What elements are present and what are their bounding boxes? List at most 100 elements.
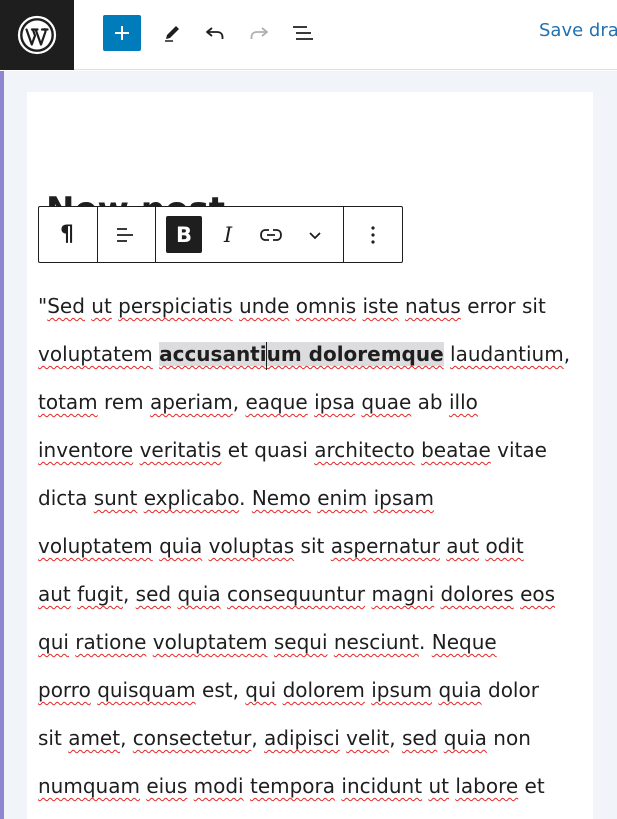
misspelled-word: sequi bbox=[273, 630, 328, 654]
misspelled-word: ipsa bbox=[314, 390, 356, 414]
left-rail bbox=[0, 71, 4, 819]
undo-icon bbox=[206, 27, 224, 39]
redo-icon bbox=[250, 27, 268, 39]
paragraph-line: totam rem aperiam, eaque ipsa quae ab il… bbox=[38, 378, 590, 426]
misspelled-word: voluptas bbox=[208, 534, 295, 558]
bold-button[interactable]: B bbox=[166, 216, 202, 253]
misspelled-word: ut bbox=[428, 774, 449, 798]
list-view-button[interactable] bbox=[285, 15, 321, 51]
text-run: et quasi bbox=[221, 438, 315, 462]
misspelled-word: totam bbox=[38, 390, 98, 414]
text-run: rem bbox=[97, 390, 150, 414]
paragraph-line: voluptatem quia voluptas sit aspernatur … bbox=[38, 522, 590, 570]
undo-button[interactable] bbox=[197, 15, 233, 51]
misspelled-word: aut bbox=[38, 582, 71, 606]
misspelled-word: enim bbox=[317, 486, 368, 510]
align-button[interactable] bbox=[107, 216, 143, 253]
list-view-icon bbox=[293, 26, 313, 40]
align-left-icon bbox=[117, 227, 133, 242]
paragraph-line: qui ratione voluptatem sequi nesciunt. N… bbox=[38, 618, 590, 666]
link-button[interactable] bbox=[253, 216, 289, 253]
text-run: , bbox=[122, 582, 136, 606]
save-draft-button[interactable]: Save draf bbox=[539, 20, 617, 41]
misspelled-word: veritatis bbox=[139, 438, 222, 462]
misspelled-word: perspiciatis bbox=[118, 294, 233, 318]
misspelled-word: beatae bbox=[421, 438, 491, 462]
add-block-button[interactable] bbox=[103, 15, 141, 51]
misspelled-word: sed bbox=[401, 726, 438, 750]
misspelled-word: ipsum bbox=[371, 678, 433, 702]
misspelled-word: aut bbox=[446, 534, 480, 558]
text-run: . bbox=[239, 486, 252, 510]
text-run: et bbox=[518, 774, 545, 798]
paragraph-line: porro quisquam est, qui dolorem ipsum qu… bbox=[38, 666, 590, 714]
text-run: dicta bbox=[38, 486, 94, 510]
misspelled-word: eos bbox=[520, 582, 556, 606]
misspelled-word: illo bbox=[448, 390, 478, 414]
block-options-button[interactable] bbox=[355, 216, 391, 253]
block-type-button[interactable]: ¶ bbox=[49, 216, 85, 253]
link-icon bbox=[260, 228, 282, 241]
block-toolbar: ¶ B I bbox=[38, 206, 403, 263]
misspelled-word: quia bbox=[159, 534, 203, 558]
selected-text: um doloremque bbox=[266, 342, 444, 366]
misspelled-word: quia bbox=[443, 726, 487, 750]
text-run: error sit bbox=[460, 294, 546, 318]
misspelled-word: odit bbox=[485, 534, 524, 558]
redo-button[interactable] bbox=[241, 15, 277, 51]
misspelled-word: dolorem bbox=[282, 678, 365, 702]
misspelled-word: modi bbox=[193, 774, 244, 798]
text-run: sit bbox=[38, 726, 69, 750]
tools-button[interactable] bbox=[154, 15, 190, 51]
misspelled-word: magni bbox=[371, 582, 435, 606]
misspelled-word: velit bbox=[346, 726, 390, 750]
misspelled-word: unde bbox=[239, 294, 290, 318]
chevron-down-icon bbox=[309, 231, 321, 239]
misspelled-word: sed bbox=[135, 582, 172, 606]
text-run: , bbox=[251, 726, 265, 750]
misspelled-word: Sed bbox=[47, 294, 85, 318]
text-run: sit bbox=[294, 534, 331, 558]
misspelled-word: numquam bbox=[38, 774, 140, 798]
plus-icon bbox=[115, 26, 129, 40]
paragraph-line: inventore veritatis et quasi architecto … bbox=[38, 426, 590, 474]
paragraph-block[interactable]: "Sed ut perspiciatis unde omnis iste nat… bbox=[38, 282, 590, 810]
misspelled-word: incidunt bbox=[341, 774, 423, 798]
misspelled-word: Nemo bbox=[251, 486, 311, 510]
misspelled-word: Neque bbox=[431, 630, 497, 654]
misspelled-word: natus bbox=[404, 294, 461, 318]
italic-button[interactable]: I bbox=[210, 216, 246, 253]
text-run: , bbox=[120, 726, 133, 750]
text-run: est, bbox=[195, 678, 246, 702]
pencil-icon bbox=[165, 26, 179, 42]
paragraph-line: sit amet, consectetur, adipisci velit, s… bbox=[38, 714, 590, 762]
more-vertical-icon bbox=[371, 225, 375, 244]
misspelled-word: adipisci bbox=[264, 726, 340, 750]
misspelled-word: voluptatem bbox=[38, 534, 153, 558]
misspelled-word: quae bbox=[361, 390, 412, 414]
toolbar-divider bbox=[343, 207, 344, 262]
paragraph-line: voluptatem accusantium doloremque laudan… bbox=[38, 330, 590, 378]
misspelled-word: aperiam bbox=[149, 390, 233, 414]
misspelled-word: sunt bbox=[93, 486, 138, 510]
text-run: . bbox=[419, 630, 432, 654]
misspelled-word: inventore bbox=[38, 438, 134, 462]
paragraph-line: aut fugit, sed quia consequuntur magni d… bbox=[38, 570, 590, 618]
misspelled-word: labore bbox=[455, 774, 519, 798]
misspelled-word: architecto bbox=[314, 438, 415, 462]
misspelled-word: eaque bbox=[245, 390, 308, 414]
misspelled-word: voluptatem bbox=[152, 630, 268, 654]
toolbar-divider bbox=[97, 207, 98, 262]
more-formats-button[interactable] bbox=[297, 216, 333, 253]
editor-header: Save draf bbox=[0, 0, 617, 70]
misspelled-word: nesciunt bbox=[333, 630, 420, 654]
text-run: , bbox=[232, 390, 246, 414]
misspelled-word: quia bbox=[438, 678, 482, 702]
paragraph-line: dicta sunt explicabo. Nemo enim ipsam bbox=[38, 474, 590, 522]
misspelled-word: ut bbox=[91, 294, 112, 318]
text-run: non bbox=[486, 726, 531, 750]
wordpress-logo-icon[interactable] bbox=[0, 0, 74, 70]
misspelled-word: consequuntur bbox=[227, 582, 366, 606]
misspelled-word: explicabo bbox=[143, 486, 240, 510]
paragraph-line: numquam eius modi tempora incidunt ut la… bbox=[38, 762, 590, 810]
